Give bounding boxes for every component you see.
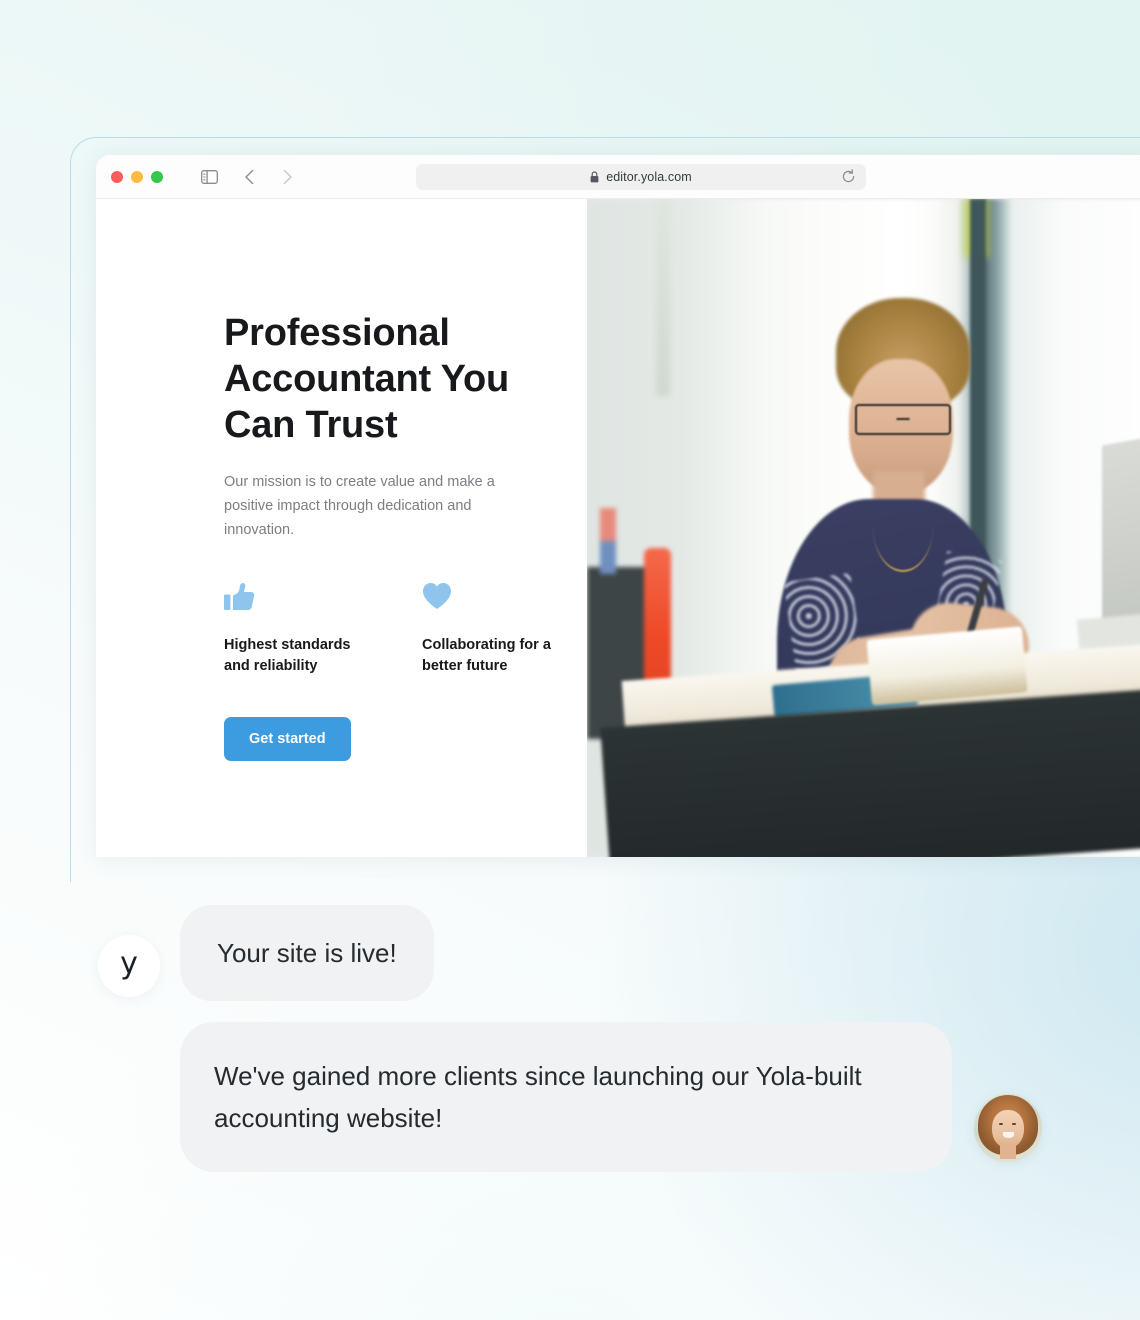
hero-content: Professional Accountant You Can Trust Ou… <box>96 199 587 857</box>
heart-icon <box>422 582 562 612</box>
page-title: Professional Accountant You Can Trust <box>224 312 510 446</box>
yola-avatar: y <box>98 935 160 997</box>
yola-logo-letter: y <box>120 946 138 981</box>
feature-label: Highest standards and reliability <box>224 637 351 674</box>
hero-subtitle: Our mission is to create value and make … <box>224 474 495 538</box>
get-started-button[interactable]: Get started <box>224 717 351 761</box>
lock-icon <box>590 170 599 183</box>
reload-icon[interactable] <box>841 168 857 185</box>
close-button[interactable] <box>111 170 123 183</box>
browser-window: editor.yola.com Professional Accountant … <box>96 155 1140 857</box>
chat-message-text: Your site is live! <box>217 938 397 968</box>
chat-message-text: We've gained more clients since launchin… <box>214 1061 862 1133</box>
address-bar[interactable]: editor.yola.com <box>416 163 866 190</box>
maximize-button[interactable] <box>151 170 163 183</box>
accountant-photo <box>587 199 1140 857</box>
minimize-button[interactable] <box>131 170 143 183</box>
site-viewport: Professional Accountant You Can Trust Ou… <box>96 199 1140 857</box>
feature-label: Collaborating for a better future <box>422 637 551 674</box>
feature-item: Collaborating for a better future <box>422 582 562 677</box>
thumbs-up-icon <box>224 582 364 612</box>
traffic-lights <box>111 170 163 183</box>
hero-image <box>587 199 1140 857</box>
forward-icon[interactable] <box>274 164 300 190</box>
feature-list: Highest standards and reliability Collab… <box>224 582 587 677</box>
url-text: editor.yola.com <box>606 169 692 184</box>
page-root: editor.yola.com Professional Accountant … <box>0 0 1140 1320</box>
back-icon[interactable] <box>236 164 262 190</box>
browser-toolbar: editor.yola.com <box>96 155 1140 199</box>
toolbar-nav-group <box>196 164 300 190</box>
customer-avatar <box>974 1094 1042 1162</box>
feature-item: Highest standards and reliability <box>224 582 364 677</box>
sidebar-toggle-icon[interactable] <box>196 164 222 190</box>
chat-message-customer: We've gained more clients since launchin… <box>180 1022 952 1172</box>
chat-message-yola: Your site is live! <box>180 905 434 1001</box>
